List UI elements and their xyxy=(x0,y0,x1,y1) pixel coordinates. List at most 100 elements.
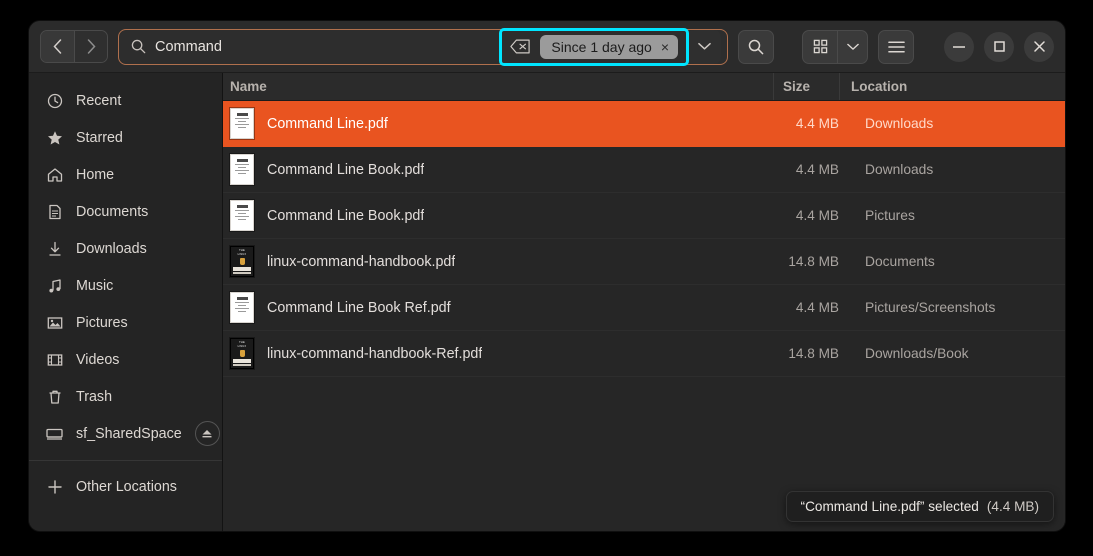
star-icon xyxy=(46,130,63,146)
file-name-cell: THE LINUX linux-command-handbook-Ref.pdf xyxy=(223,338,773,369)
sidebar-item-label: Documents xyxy=(76,203,149,220)
maximize-button[interactable] xyxy=(984,31,1014,62)
close-icon xyxy=(1033,41,1045,52)
file-location: Pictures/Screenshots xyxy=(865,300,996,315)
file-size: 14.8 MB xyxy=(788,346,839,361)
back-button[interactable] xyxy=(41,31,74,62)
sidebar: Recent Starred Home Documents Downloads … xyxy=(29,73,223,531)
plus-icon xyxy=(46,479,63,495)
drive-icon xyxy=(46,426,63,442)
sidebar-separator xyxy=(29,460,222,461)
column-header-size[interactable]: Size xyxy=(773,73,839,100)
sidebar-item-starred[interactable]: Starred xyxy=(29,119,222,156)
maximize-icon xyxy=(993,41,1005,52)
pdf-page-thumbnail xyxy=(230,108,254,139)
file-size: 4.4 MB xyxy=(795,208,839,223)
search-icon xyxy=(131,39,146,54)
table-row[interactable]: Command Line.pdf 4.4 MB Downloads xyxy=(223,101,1065,147)
sidebar-item-label: Downloads xyxy=(76,240,147,257)
column-headers: Name Size Location xyxy=(223,73,1065,101)
main-menu-button[interactable] xyxy=(878,29,914,64)
file-size: 4.4 MB xyxy=(795,300,839,315)
book-cover-thumbnail: THE LINUX xyxy=(230,338,254,369)
column-header-name[interactable]: Name xyxy=(223,79,773,94)
status-text: “Command Line.pdf” selected xyxy=(800,499,979,514)
film-icon xyxy=(46,352,63,368)
chevron-right-icon xyxy=(87,39,96,54)
sidebar-item-label: Pictures xyxy=(76,314,128,331)
filter-chip-close-icon[interactable]: × xyxy=(661,39,669,55)
navigation-buttons xyxy=(40,30,108,63)
trash-icon xyxy=(46,389,63,405)
search-button[interactable] xyxy=(738,29,774,64)
sidebar-item-videos[interactable]: Videos xyxy=(29,341,222,378)
chevron-left-icon xyxy=(53,39,62,54)
hamburger-menu-icon xyxy=(887,41,905,52)
home-icon xyxy=(46,167,63,183)
column-header-location[interactable]: Location xyxy=(839,73,1065,100)
file-name: Command Line Book.pdf xyxy=(267,207,425,224)
backspace-icon[interactable] xyxy=(510,39,531,54)
minimize-icon xyxy=(953,45,965,48)
file-list: Name Size Location Command Line.pdf 4.4 … xyxy=(223,73,1065,531)
table-row[interactable]: Command Line Book Ref.pdf 4.4 MB Picture… xyxy=(223,285,1065,331)
sidebar-item-label: sf_SharedSpace xyxy=(76,425,182,442)
close-button[interactable] xyxy=(1024,31,1054,62)
table-row[interactable]: Command Line Book.pdf 4.4 MB Downloads xyxy=(223,147,1065,193)
file-location: Pictures xyxy=(865,208,915,223)
pdf-page-thumbnail xyxy=(230,292,254,323)
status-toast: “Command Line.pdf” selected (4.4 MB) xyxy=(785,491,1054,522)
filter-dropdown-button[interactable] xyxy=(687,29,721,64)
music-note-icon xyxy=(46,278,63,294)
file-manager-window: Command Since 1 day ago × Recent Starred… xyxy=(28,20,1066,532)
file-name: linux-command-handbook-Ref.pdf xyxy=(267,345,483,362)
file-location: Downloads xyxy=(865,116,934,131)
filter-chip-label: Since 1 day ago xyxy=(551,38,652,55)
sidebar-item-label: Home xyxy=(76,166,115,183)
table-row[interactable]: THE LINUX linux-command-handbook.pdf 14.8… xyxy=(223,239,1065,285)
file-size: 14.8 MB xyxy=(788,254,839,269)
table-row[interactable]: THE LINUX linux-command-handbook-Ref.pdf … xyxy=(223,331,1065,377)
sidebar-item-sf-sharedspace[interactable]: sf_SharedSpace xyxy=(29,415,222,452)
sidebar-item-recent[interactable]: Recent xyxy=(29,82,222,119)
sidebar-item-label: Starred xyxy=(76,129,123,146)
grid-view-button[interactable] xyxy=(803,31,837,63)
sidebar-item-home[interactable]: Home xyxy=(29,156,222,193)
file-name-cell: Command Line Book.pdf xyxy=(223,154,773,185)
file-name-cell: THE LINUX linux-command-handbook.pdf xyxy=(223,246,773,277)
file-location: Downloads/Book xyxy=(865,346,969,361)
minimize-button[interactable] xyxy=(944,31,974,62)
download-icon xyxy=(46,241,63,257)
image-icon xyxy=(46,315,63,331)
sidebar-item-documents[interactable]: Documents xyxy=(29,193,222,230)
sidebar-item-trash[interactable]: Trash xyxy=(29,378,222,415)
sidebar-item-pictures[interactable]: Pictures xyxy=(29,304,222,341)
search-bar[interactable]: Command Since 1 day ago × xyxy=(118,27,728,66)
view-mode-dropdown-button[interactable] xyxy=(837,30,867,63)
filter-chip-since-1-day-ago[interactable]: Since 1 day ago × xyxy=(540,34,678,59)
search-input[interactable]: Command xyxy=(155,39,499,55)
status-size: (4.4 MB) xyxy=(986,499,1039,514)
file-name: linux-command-handbook.pdf xyxy=(267,253,456,270)
document-icon xyxy=(46,204,63,220)
sidebar-item-label: Videos xyxy=(76,351,120,368)
chevron-down-icon xyxy=(697,42,711,50)
sidebar-item-music[interactable]: Music xyxy=(29,267,222,304)
view-mode-group xyxy=(802,29,868,64)
sidebar-item-other-locations[interactable]: Other Locations xyxy=(29,468,222,505)
book-cover-thumbnail: THE LINUX xyxy=(230,246,254,277)
file-name-cell: Command Line Book Ref.pdf xyxy=(223,292,773,323)
sidebar-item-label: Music xyxy=(76,277,114,294)
search-icon xyxy=(748,39,764,54)
sidebar-item-label: Other Locations xyxy=(76,478,177,495)
sidebar-item-downloads[interactable]: Downloads xyxy=(29,230,222,267)
chevron-down-icon xyxy=(846,43,859,50)
forward-button[interactable] xyxy=(74,31,107,62)
file-size: 4.4 MB xyxy=(795,116,839,131)
file-name: Command Line Book Ref.pdf xyxy=(267,299,451,316)
eject-icon[interactable] xyxy=(194,421,220,446)
file-location: Downloads xyxy=(865,162,934,177)
sidebar-item-label: Recent xyxy=(76,92,122,109)
grid-view-icon xyxy=(813,39,827,54)
table-row[interactable]: Command Line Book.pdf 4.4 MB Pictures xyxy=(223,193,1065,239)
